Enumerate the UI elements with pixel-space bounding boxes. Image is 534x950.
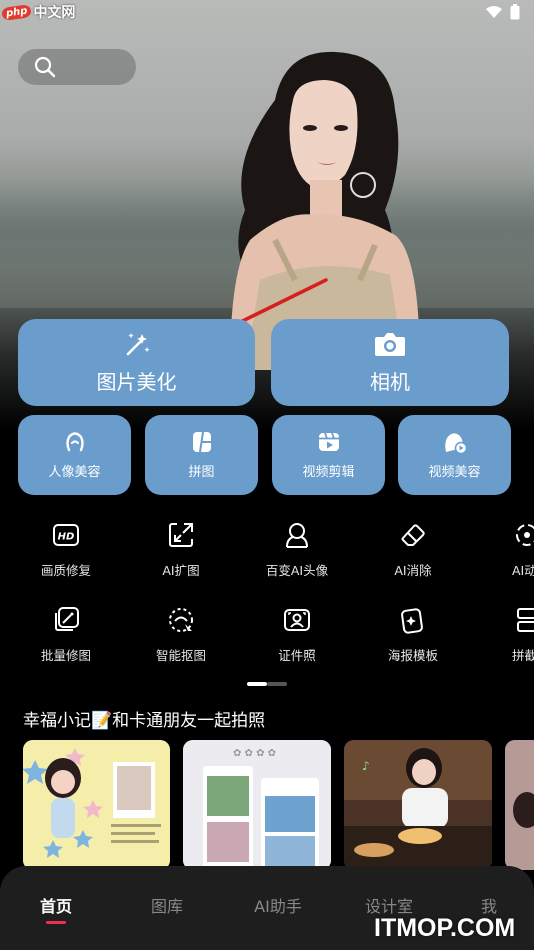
id-photo-icon (282, 605, 312, 635)
section-title: 幸福小记📝和卡通朋友一起拍照 (23, 711, 266, 731)
svg-text:HD: HD (58, 532, 75, 543)
batch-edit-tool[interactable]: 批量修图 (16, 605, 116, 664)
php-badge: php (1, 3, 33, 21)
template-card-2[interactable]: ✿ ✿ ✿ ✿ (183, 740, 331, 870)
stitch-tool[interactable]: 拼截 (478, 605, 534, 664)
quality-repair-label: 画质修复 (40, 563, 91, 578)
ai-expand-label: AI扩图 (162, 563, 200, 578)
status-bar: php 中文网 (0, 0, 534, 26)
tab-home[interactable]: 首页 (21, 893, 91, 917)
wifi-icon (486, 6, 502, 18)
site-logo: php 中文网 (1, 2, 76, 22)
ai-expand-tool[interactable]: AI扩图 (131, 520, 231, 579)
camera-icon (375, 333, 405, 356)
ai-motion-label: AI动 (512, 563, 534, 578)
watermark: ITMOP.COM (374, 914, 516, 942)
search-input[interactable] (18, 49, 136, 85)
collage-icon (192, 431, 211, 453)
ai-motion-icon (512, 520, 534, 550)
tab-gallery[interactable]: 图库 (132, 893, 202, 917)
collage-button[interactable]: 拼图 (145, 415, 258, 495)
batch-edit-label: 批量修图 (40, 648, 91, 663)
video-edit-label: 视频剪辑 (302, 465, 355, 480)
quality-repair-tool[interactable]: HD 画质修复 (16, 520, 116, 579)
svg-text:✿ ✿ ✿ ✿: ✿ ✿ ✿ ✿ (233, 748, 276, 759)
stitch-icon (512, 605, 534, 635)
video-edit-icon (318, 432, 339, 451)
eraser-icon (398, 520, 428, 550)
battery-icon (510, 4, 520, 20)
tab-active-indicator (46, 921, 66, 924)
camera-label: 相机 (370, 370, 410, 394)
template-card-image (23, 740, 170, 870)
photo-beautify-label: 图片美化 (96, 370, 177, 394)
template-card-3[interactable]: ♪ (344, 740, 492, 870)
magic-wand-icon (126, 333, 150, 356)
video-beauty-button[interactable]: 视频美容 (398, 415, 511, 495)
site-name: 中文网 (33, 5, 76, 21)
id-photo-label: 证件照 (278, 648, 316, 663)
video-beauty-label: 视频美容 (428, 465, 481, 480)
page-dot (267, 682, 287, 686)
expand-icon (166, 520, 196, 550)
poster-template-tool[interactable]: 海报模板 (363, 605, 463, 664)
template-card-1[interactable] (23, 740, 170, 870)
poster-icon (398, 605, 428, 635)
smart-cutout-label: 智能抠图 (155, 648, 206, 663)
batch-edit-icon (51, 605, 81, 635)
poster-template-label: 海报模板 (387, 648, 438, 663)
ai-erase-label: AI消除 (394, 563, 432, 578)
page-indicator (247, 682, 287, 686)
ai-avatar-tool[interactable]: 百变AI头像 (247, 520, 347, 579)
smart-cutout-tool[interactable]: 智能抠图 (131, 605, 231, 664)
id-photo-tool[interactable]: 证件照 (247, 605, 347, 664)
template-card-4[interactable] (505, 740, 534, 870)
collage-label: 拼图 (188, 465, 215, 480)
template-card-image: ♪ (344, 740, 492, 870)
face-icon (65, 432, 84, 452)
portrait-beauty-label: 人像美容 (48, 465, 101, 480)
photo-beautify-button[interactable]: 图片美化 (18, 319, 255, 406)
portrait-beauty-button[interactable]: 人像美容 (18, 415, 131, 495)
smart-cutout-icon (166, 605, 196, 635)
search-icon (34, 56, 56, 78)
stitch-label: 拼截 (512, 648, 534, 663)
template-card-image (505, 740, 534, 870)
ai-avatar-label: 百变AI头像 (265, 563, 329, 578)
svg-text:♪: ♪ (362, 759, 370, 773)
ai-erase-tool[interactable]: AI消除 (363, 520, 463, 579)
camera-button[interactable]: 相机 (271, 319, 509, 406)
tab-ai-assistant[interactable]: AI助手 (243, 893, 313, 917)
video-edit-button[interactable]: 视频剪辑 (272, 415, 385, 495)
video-beauty-icon (444, 433, 467, 454)
hd-icon: HD (51, 520, 81, 550)
page-dot-active (247, 682, 267, 686)
ai-motion-tool[interactable]: AI动 (478, 520, 534, 579)
template-card-image: ✿ ✿ ✿ ✿ (183, 740, 331, 870)
avatar-icon (282, 520, 312, 550)
